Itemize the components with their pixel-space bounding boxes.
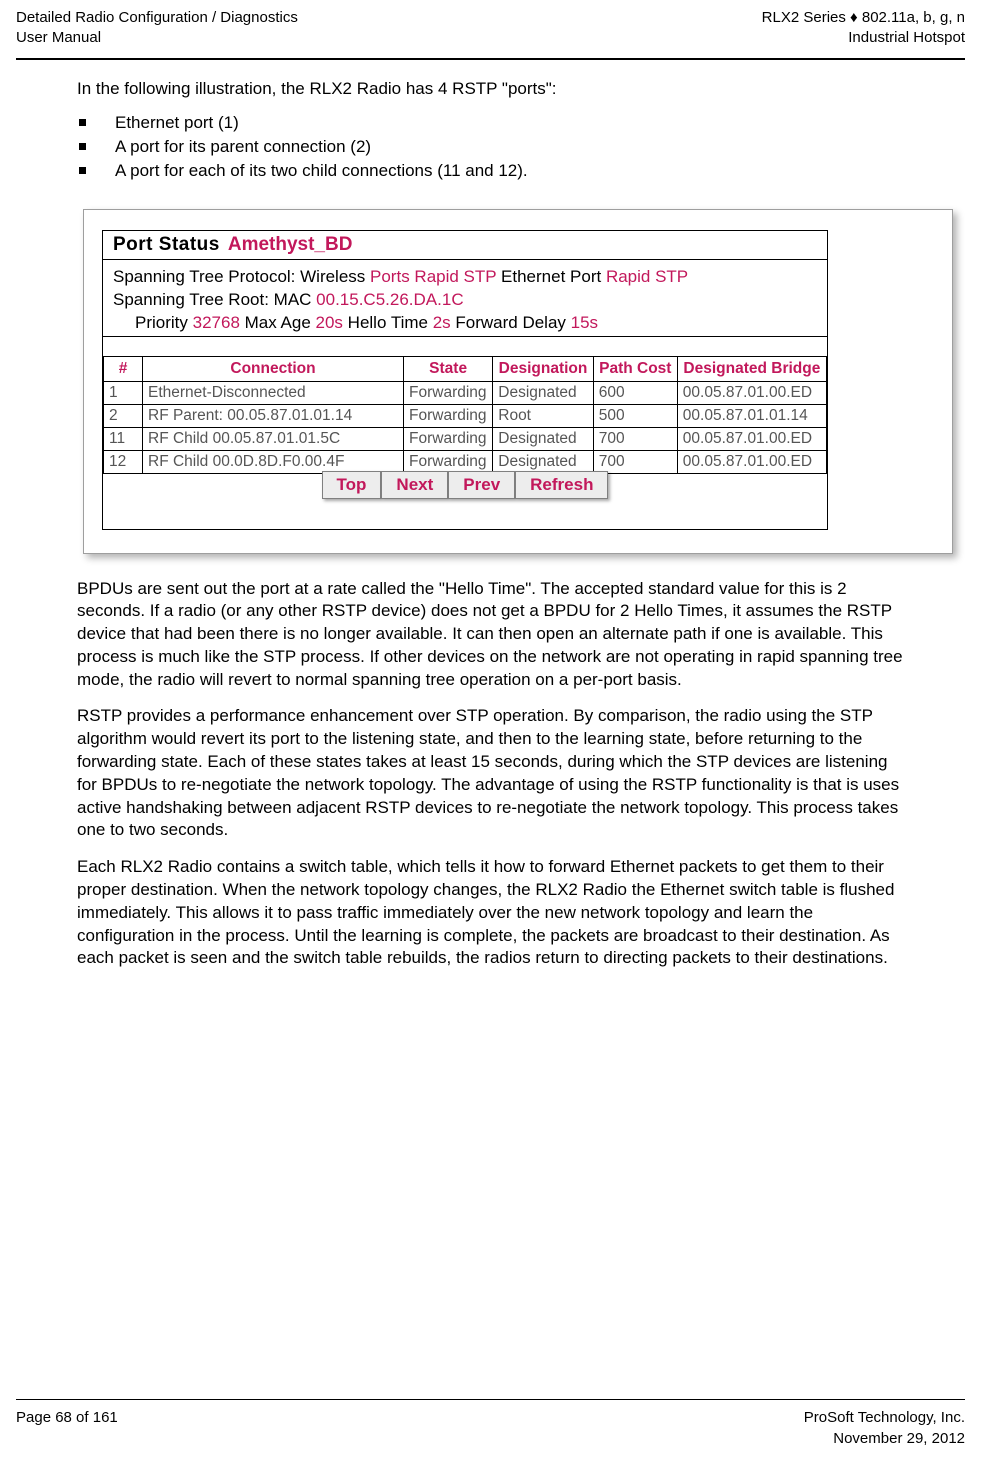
column-header-designated-bridge: Designated Bridge <box>676 355 828 382</box>
spanning-tree-timers-line: Priority 32768 Max Age 20s Hello Time 2s… <box>113 311 827 334</box>
footer-date: November 29, 2012 <box>833 1430 965 1447</box>
cell-connection: Ethernet-Disconnected <box>142 380 404 405</box>
priority-label: Priority <box>135 312 193 332</box>
cell-number: 2 <box>103 403 143 428</box>
max-age-value: 20s <box>315 312 343 332</box>
cell-connection: RF Child 00.05.87.01.01.5C <box>142 426 404 451</box>
column-header-designation: Designation <box>492 355 594 382</box>
stp-root-label: Spanning Tree Root: MAC <box>113 289 317 309</box>
hello-time-label: Hello Time <box>342 312 433 332</box>
footer-company-name: ProSoft Technology, Inc. <box>803 1409 965 1426</box>
port-status-table: # Connection State Designation Path Cost… <box>103 355 828 474</box>
paragraph-rstp-performance: RSTP provides a performance enhancement … <box>77 706 900 840</box>
spanning-tree-root-line: Spanning Tree Root: MAC 00.15.C5.26.DA.1… <box>113 288 827 311</box>
refresh-button[interactable]: Refresh <box>515 470 609 499</box>
forward-delay-label: Forward Delay <box>450 312 571 332</box>
port-status-title-label: Port Status <box>113 233 220 255</box>
intro-paragraph: In the following illustration, the RLX2 … <box>77 79 557 98</box>
header-left-line2: User Manual <box>16 29 102 46</box>
header-left: Detailed Radio Configuration / Diagnosti… <box>16 8 298 48</box>
stp-ethernet-port-value: Rapid STP <box>605 266 689 286</box>
cell-designated-bridge: 00.05.87.01.00.ED <box>676 380 828 405</box>
list-item-label: A port for each of its two child connect… <box>115 160 528 180</box>
column-header-state: State <box>402 355 494 382</box>
document-page: Detailed Radio Configuration / Diagnosti… <box>0 0 981 1467</box>
list-item: Ethernet port (1) <box>77 111 905 135</box>
square-bullet-icon <box>79 142 86 150</box>
port-status-screenshot-figure: Port Status Amethyst_BD Spanning Tree Pro… <box>83 208 953 554</box>
max-age-label: Max Age <box>239 312 316 332</box>
footer-divider <box>16 1399 965 1400</box>
cell-state: Forwarding <box>402 403 494 428</box>
square-bullet-icon <box>79 118 86 126</box>
cell-designation: Designated <box>492 426 594 451</box>
cell-designated-bridge: 00.05.87.01.00.ED <box>676 426 828 451</box>
port-status-button-bar: Top Next Prev Refresh <box>103 459 827 511</box>
header-right-line1: RLX2 Series ♦ 802.11a, b, g, n <box>761 9 965 26</box>
header-right-line2: Industrial Hotspot <box>848 29 965 46</box>
cell-path-cost: 700 <box>592 426 678 451</box>
next-button[interactable]: Next <box>381 470 449 499</box>
stp-root-mac-value: 00.15.C5.26.DA.1C <box>316 289 464 309</box>
page-number: Page 68 of 161 <box>16 1409 118 1426</box>
stp-ethernet-port-label: Ethernet Port <box>496 266 606 286</box>
table-header-row: # Connection State Designation Path Cost… <box>103 355 828 382</box>
page-header: Detailed Radio Configuration / Diagnosti… <box>0 0 981 54</box>
paragraph-bpdu: BPDUs are sent out the port at a rate ca… <box>77 578 903 689</box>
spanning-tree-protocol-line: Spanning Tree Protocol: Wireless Ports R… <box>113 265 827 288</box>
cell-number: 1 <box>103 380 143 405</box>
port-status-panel: Port Status Amethyst_BD Spanning Tree Pro… <box>102 229 828 530</box>
header-right: RLX2 Series ♦ 802.11a, b, g, n Industria… <box>762 8 965 48</box>
forward-delay-value: 15s <box>570 312 599 332</box>
cell-designation: Root <box>492 403 594 428</box>
column-header-number: # <box>103 355 143 382</box>
table-row: 11 RF Child 00.05.87.01.01.5C Forwarding… <box>103 426 828 451</box>
top-button[interactable]: Top <box>321 470 382 499</box>
cell-connection: RF Parent: 00.05.87.01.01.14 <box>142 403 404 428</box>
cell-designated-bridge: 00.05.87.01.01.14 <box>676 403 828 428</box>
bullet-list: Ethernet port (1) A port for its parent … <box>77 111 905 183</box>
hello-time-value: 2s <box>432 312 451 332</box>
footer-company: ProSoft Technology, Inc. November 29, 20… <box>804 1407 965 1449</box>
cell-state: Forwarding <box>402 380 494 405</box>
list-item-label: Ethernet port (1) <box>115 112 239 132</box>
cell-designation: Designated <box>492 380 594 405</box>
stp-wireless-ports-value: Ports Rapid STP <box>370 266 497 286</box>
priority-value: 32768 <box>192 312 240 332</box>
list-item: A port for its parent connection (2) <box>77 135 905 159</box>
page-footer: Page 68 of 161 ProSoft Technology, Inc. … <box>16 1399 965 1449</box>
port-status-title: Port Status Amethyst_BD <box>103 231 827 260</box>
cell-path-cost: 500 <box>592 403 678 428</box>
table-row: 2 RF Parent: 00.05.87.01.01.14 Forwardin… <box>103 403 828 428</box>
paragraph-switch-table: Each RLX2 Radio contains a switch table,… <box>77 857 895 968</box>
column-header-path-cost: Path Cost <box>592 355 678 382</box>
stp-protocol-label: Spanning Tree Protocol: Wireless <box>113 266 371 286</box>
header-divider <box>16 58 965 60</box>
list-item-label: A port for its parent connection (2) <box>115 136 372 156</box>
body-paragraphs: BPDUs are sent out the port at a rate ca… <box>77 578 905 971</box>
cell-number: 11 <box>103 426 143 451</box>
header-left-line1: Detailed Radio Configuration / Diagnosti… <box>16 9 298 26</box>
port-status-device-name: Amethyst_BD <box>227 233 353 255</box>
prev-button[interactable]: Prev <box>448 470 516 499</box>
table-row: 1 Ethernet-Disconnected Forwarding Desig… <box>103 380 828 405</box>
cell-path-cost: 600 <box>592 380 678 405</box>
cell-state: Forwarding <box>402 426 494 451</box>
square-bullet-icon <box>79 166 86 174</box>
list-item: A port for each of its two child connect… <box>77 159 905 183</box>
port-status-summary: Spanning Tree Protocol: Wireless Ports R… <box>103 264 827 337</box>
column-header-connection: Connection <box>142 355 404 382</box>
page-content: In the following illustration, the RLX2 … <box>77 78 953 984</box>
